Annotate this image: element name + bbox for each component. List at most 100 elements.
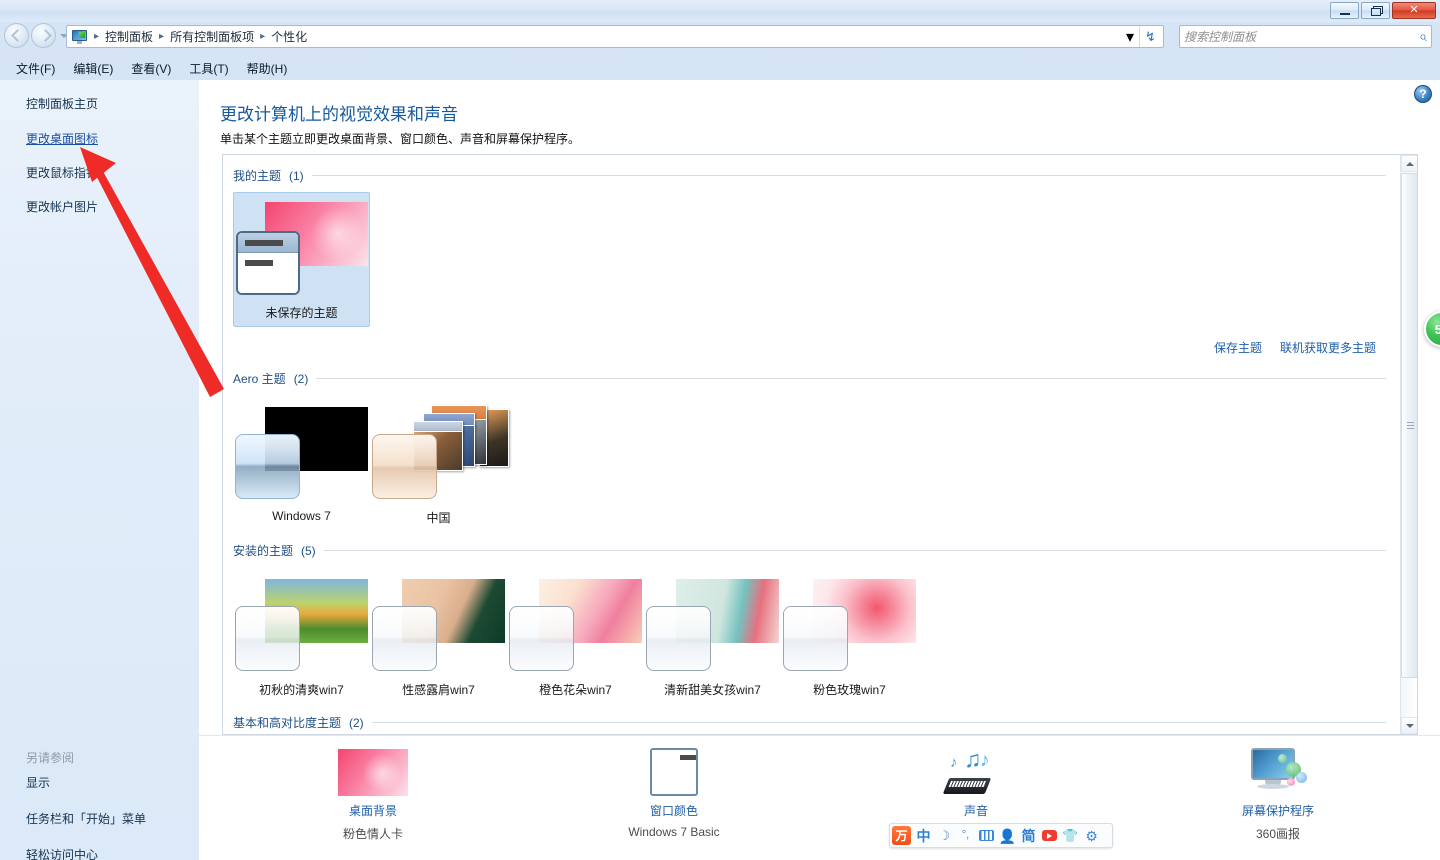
punctuation-icon[interactable]: °, (955, 825, 976, 846)
vertical-scrollbar[interactable] (1400, 155, 1417, 734)
group-count-my-themes: (1) (289, 168, 304, 183)
setting-screen-saver[interactable]: 屏幕保护程序 360画报 (1178, 744, 1378, 842)
breadcrumb-item-0[interactable]: 控制面板 (101, 26, 157, 47)
address-bar[interactable]: ▸ 控制面板 ▸ 所有控制面板项 ▸ 个性化 ▾ ↯ (66, 25, 1164, 48)
minimize-button[interactable] (1330, 2, 1359, 19)
theme-name: 性感露肩win7 (402, 683, 475, 697)
refresh-icon[interactable]: ↯ (1139, 26, 1161, 47)
setting-value: 粉色情人卡 (342, 827, 403, 841)
save-theme-link[interactable]: 保存主题 (1214, 339, 1262, 356)
breadcrumb-separator-1: ▸ (159, 31, 165, 42)
theme-thumbnail (644, 577, 781, 677)
scrollbar-thumb[interactable] (1401, 173, 1417, 678)
theme-tile-autumn[interactable]: 初秋的清爽win7 (233, 577, 370, 698)
breadcrumb-item-1[interactable]: 所有控制面板项 (166, 26, 258, 47)
theme-name: 橙色花朵win7 (539, 683, 612, 697)
group-header-my-themes: 我的主题 (1) (233, 167, 1386, 184)
window-preview-glass (235, 434, 300, 499)
scroll-down-button[interactable] (1401, 717, 1417, 734)
window-color-icon (574, 744, 774, 796)
group-label-my-themes: 我的主题 (233, 169, 282, 183)
sidebar-links: 更改桌面图标 更改鼠标指针 更改帐户图片 (26, 130, 98, 232)
setting-label[interactable]: 声音 (876, 802, 1076, 819)
title-bar: ✕ (0, 0, 1440, 22)
theme-row-aero-themes: Windows 7 中国 (223, 405, 1402, 526)
sound-icon: ♪ ♫ ♪ (876, 744, 1076, 796)
keyboard-icon[interactable] (976, 825, 997, 846)
group-rule (316, 378, 1386, 379)
see-also-item-taskbar-start-menu[interactable]: 任务栏和「开始」菜单 (26, 810, 146, 827)
theme-tile-windows7[interactable]: Windows 7 (233, 405, 370, 526)
scroll-up-button[interactable] (1401, 155, 1417, 172)
menu-file[interactable]: 文件(F) (8, 57, 63, 80)
sidebar-item-change-mouse-pointers[interactable]: 更改鼠标指针 (26, 164, 98, 181)
theme-tile-china[interactable]: 中国 (370, 405, 509, 526)
sidebar: 控制面板主页 更改桌面图标 更改鼠标指针 更改帐户图片 另请参阅 显示 任务栏和… (0, 80, 199, 860)
ime-language-mode[interactable]: 中 (913, 825, 934, 846)
group-label-installed-themes: 安装的主题 (233, 544, 294, 558)
maximize-button[interactable] (1361, 2, 1390, 19)
theme-thumbnail (507, 577, 644, 677)
close-button[interactable]: ✕ (1392, 2, 1436, 19)
setting-value: Windows 7 Basic (628, 825, 720, 839)
sidebar-item-change-account-picture[interactable]: 更改帐户图片 (26, 198, 98, 215)
see-also-item-ease-of-access-center[interactable]: 轻松访问中心 (26, 846, 146, 860)
ime-simplified-toggle[interactable]: 简 (1018, 825, 1039, 846)
theme-name: Windows 7 (272, 509, 331, 523)
group-rule (311, 175, 1386, 176)
theme-thumbnail (233, 577, 370, 677)
get-more-themes-online-link[interactable]: 联机获取更多主题 (1280, 339, 1376, 356)
ime-logo-icon[interactable]: 万 (892, 826, 911, 845)
shirt-icon[interactable]: 👕 (1060, 825, 1081, 846)
menu-bar: 文件(F) 编辑(E) 查看(V) 工具(T) 帮助(H) (0, 56, 1440, 80)
theme-thumbnail (781, 577, 918, 677)
back-button[interactable] (4, 23, 29, 48)
forward-button[interactable] (31, 23, 56, 48)
moon-icon[interactable]: ☽ (934, 825, 955, 846)
theme-list-scroll: 我的主题 (1) 未保存的主题 保存主题 联机获取更多主题 Aero 主题 (2… (223, 155, 1402, 734)
sidebar-item-control-panel-home[interactable]: 控制面板主页 (26, 95, 98, 112)
search-input[interactable] (1184, 29, 1420, 44)
menu-help[interactable]: 帮助(H) (239, 57, 296, 80)
theme-name: 未保存的主题 (265, 306, 338, 320)
setting-label[interactable]: 窗口颜色 (574, 802, 774, 819)
setting-window-color[interactable]: 窗口颜色 Windows 7 Basic (574, 744, 774, 839)
theme-tile-shoulder[interactable]: 性感露肩win7 (370, 577, 507, 698)
theme-row-installed-themes: 初秋的清爽win7 性感露肩win7 橙色花朵win7 清新甜美女孩win7 粉… (223, 577, 1402, 698)
chevron-up-icon (1405, 161, 1414, 166)
sidebar-item-change-desktop-icons[interactable]: 更改桌面图标 (26, 130, 98, 147)
group-header-aero-themes: Aero 主题 (2) (233, 370, 1386, 387)
theme-tile-pink-rose[interactable]: 粉色玫瑰win7 (781, 577, 918, 698)
see-also-links: 显示 任务栏和「开始」菜单 轻松访问中心 (26, 774, 146, 860)
address-dropdown-icon[interactable]: ▾ (1121, 27, 1139, 47)
theme-name: 初秋的清爽win7 (259, 683, 344, 697)
address-bar-right: ▾ ↯ (1121, 26, 1161, 47)
person-icon[interactable]: 👤 (997, 825, 1018, 846)
breadcrumb-item-2[interactable]: 个性化 (267, 26, 311, 47)
theme-thumbnail (370, 577, 507, 677)
group-header-basic-high-contrast: 基本和高对比度主题 (2) (233, 714, 1386, 731)
ime-toolbar[interactable]: 万 中 ☽ °, 👤 简 👕 ⚙ (889, 823, 1113, 848)
theme-tile-sweet-girl[interactable]: 清新甜美女孩win7 (644, 577, 781, 698)
chevron-down-icon (1405, 723, 1414, 728)
search-box[interactable]: ⌕ (1179, 25, 1432, 48)
maximize-icon (1370, 6, 1383, 16)
setting-desktop-background[interactable]: 桌面背景 粉色情人卡 (273, 744, 473, 842)
help-icon[interactable]: ? (1414, 85, 1432, 103)
search-icon: ⌕ (1419, 28, 1427, 44)
gear-icon[interactable]: ⚙ (1081, 825, 1102, 846)
menu-edit[interactable]: 编辑(E) (65, 57, 121, 80)
theme-tile-orange-flower[interactable]: 橙色花朵win7 (507, 577, 644, 698)
navigation-buttons (4, 23, 70, 48)
see-also-item-display[interactable]: 显示 (26, 774, 146, 791)
video-icon[interactable] (1039, 825, 1060, 846)
theme-tile-unsaved[interactable]: 未保存的主题 (233, 192, 370, 327)
menu-tools[interactable]: 工具(T) (181, 57, 236, 80)
control-panel-icon (71, 29, 88, 45)
setting-label[interactable]: 桌面背景 (273, 802, 473, 819)
setting-label[interactable]: 屏幕保护程序 (1178, 802, 1378, 819)
setting-sounds[interactable]: ♪ ♫ ♪ 声音 (876, 744, 1076, 825)
theme-settings-bar: 桌面背景 粉色情人卡 窗口颜色 Windows 7 Basic ♪♫♪ 声音 (199, 735, 1440, 860)
menu-view[interactable]: 查看(V) (123, 57, 179, 80)
page-subtitle: 单击某个主题立即更改桌面背景、窗口颜色、声音和屏幕保护程序。 (220, 132, 581, 146)
